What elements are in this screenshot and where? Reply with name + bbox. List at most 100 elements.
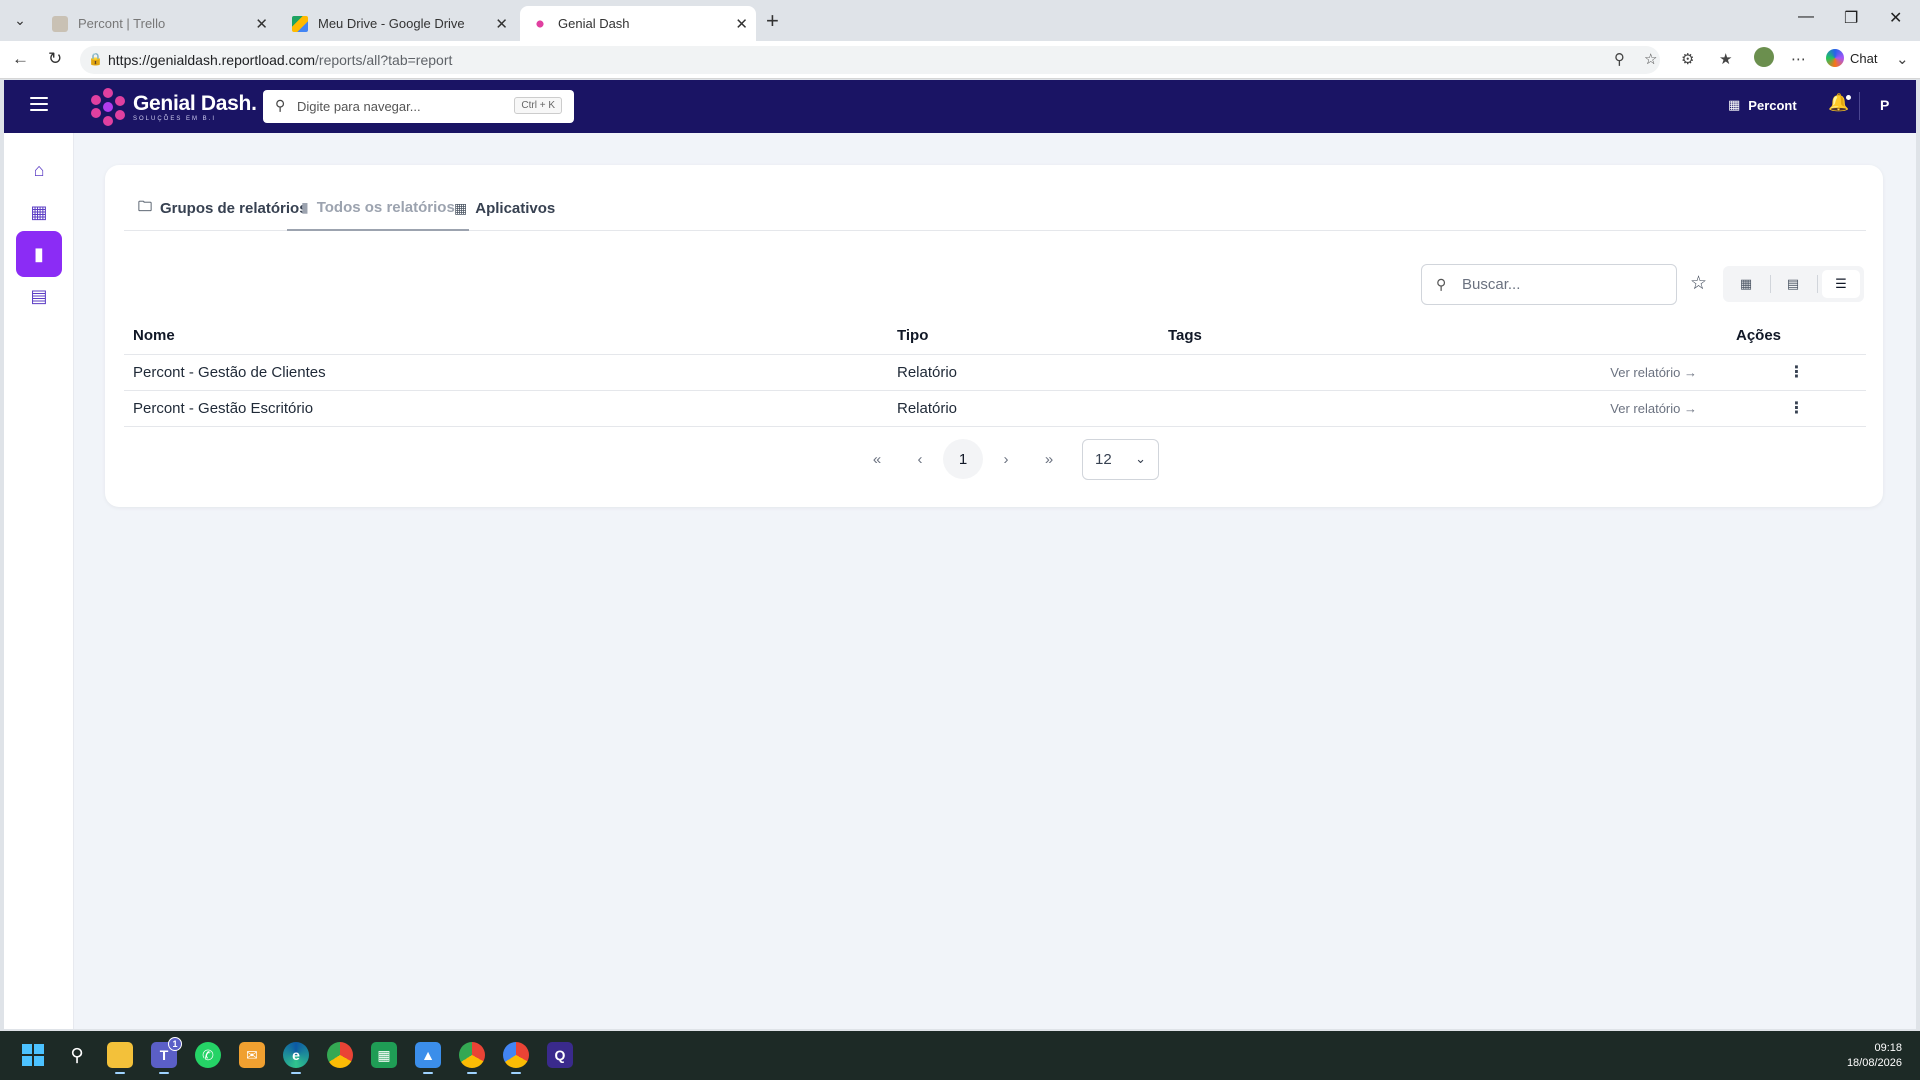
- view-report-link[interactable]: Ver relatório →: [1159, 390, 1727, 427]
- grid-view-icon[interactable]: ▦: [1727, 270, 1765, 298]
- tab-applications[interactable]: ▦ Aplicativos: [454, 185, 555, 231]
- table-row[interactable]: Percont - Gestão Escritório Relatório Ve…: [124, 390, 1866, 427]
- windows-taskbar: ⚲ T1 ✆ ✉ e ▦ ▲ Q 09:18 18/08/2026: [0, 1031, 1920, 1080]
- browser-tab-title: Percont | Trello: [78, 16, 166, 31]
- extensions-icon[interactable]: ⚙: [1681, 50, 1694, 68]
- favorites-filter-star-icon[interactable]: ☆: [1690, 272, 1707, 295]
- profile-avatar-icon[interactable]: [1754, 47, 1774, 67]
- next-page-icon[interactable]: ›: [986, 439, 1026, 479]
- restore-window-icon[interactable]: ❐: [1844, 8, 1858, 28]
- calculator-icon[interactable]: ▦: [371, 1042, 397, 1068]
- file-explorer-icon[interactable]: [107, 1042, 133, 1074]
- bar-chart-icon: ▮: [34, 243, 44, 264]
- close-tab-icon[interactable]: ✕: [735, 15, 748, 33]
- organization-name: Percont: [1748, 97, 1797, 113]
- teams-icon[interactable]: T1: [151, 1037, 182, 1074]
- previous-page-icon[interactable]: ‹: [900, 439, 940, 479]
- close-tab-icon[interactable]: ✕: [255, 15, 268, 33]
- shortcut-hint: Ctrl + K: [514, 97, 562, 114]
- close-tab-icon[interactable]: ✕: [495, 15, 508, 33]
- system-clock[interactable]: 09:18 18/08/2026: [1847, 1041, 1902, 1071]
- sidebar: ⌂ ▦ ▮ ▤: [4, 133, 74, 1029]
- list-view-icon[interactable]: ☰: [1822, 270, 1860, 298]
- browser-tab-trello[interactable]: Percont | Trello ✕: [40, 6, 276, 41]
- app-frame: Genial Dash. SOLUÇÕES EM B.I ⚲ Digite pa…: [4, 80, 1916, 1029]
- trello-favicon-icon: [52, 15, 68, 32]
- organization-switcher[interactable]: ▦ Percont: [1728, 97, 1797, 113]
- column-header-tipo[interactable]: Tipo: [888, 317, 1159, 355]
- nav-search-input[interactable]: ⚲ Digite para navegar... Ctrl + K: [263, 90, 574, 123]
- report-name[interactable]: Percont - Gestão de Clientes: [124, 354, 888, 391]
- tab-label: Todos os relatórios: [316, 198, 455, 216]
- minimize-icon[interactable]: —: [1798, 8, 1814, 26]
- report-name[interactable]: Percont - Gestão Escritório: [124, 390, 888, 427]
- row-actions-kebab-icon[interactable]: ⋮: [1727, 390, 1866, 427]
- browser-toolbar: ← ↻ 🔒 https://genialdash.reportload.com /…: [0, 41, 1920, 79]
- page-number-current[interactable]: 1: [943, 439, 983, 479]
- sidebar-item-reports[interactable]: ▮: [16, 231, 62, 277]
- column-header-acoes: Ações: [1727, 317, 1866, 355]
- address-bar[interactable]: 🔒 https://genialdash.reportload.com/repo…: [80, 46, 1660, 74]
- reload-icon[interactable]: ↻: [48, 49, 62, 69]
- chat-label: Chat: [1850, 50, 1878, 66]
- tab-list-chevron-icon[interactable]: ⌄: [6, 8, 34, 32]
- copilot-chat-button[interactable]: Chat: [1826, 49, 1877, 67]
- view-report-link[interactable]: Ver relatório →: [1159, 354, 1727, 391]
- view-report-label: Ver relatório: [1610, 364, 1681, 380]
- close-window-icon[interactable]: ✕: [1889, 8, 1902, 28]
- tab-label: Aplicativos: [475, 199, 556, 217]
- lock-icon: 🔒: [88, 52, 103, 66]
- column-header-tags: Tags: [1159, 317, 1727, 355]
- view-divider: [1817, 275, 1818, 293]
- row-actions-kebab-icon[interactable]: ⋮: [1727, 354, 1866, 391]
- back-arrow-icon[interactable]: ←: [12, 49, 29, 69]
- url-path: /reports/all?tab=report: [315, 52, 453, 68]
- tab-all-reports[interactable]: ▮ Todos os relatórios: [287, 185, 469, 231]
- page-size-select[interactable]: 12 ⌄: [1082, 438, 1159, 480]
- logo-mark-icon: [89, 88, 127, 126]
- report-type: Relatório: [888, 354, 1159, 391]
- first-page-icon[interactable]: «: [857, 439, 897, 479]
- logo-tagline: SOLUÇÕES EM B.I: [133, 115, 217, 122]
- notifications-bell-icon[interactable]: 🔔: [1828, 93, 1853, 113]
- tab-report-groups[interactable]: 🗀 Grupos de relatórios: [138, 185, 308, 231]
- favorites-bar-icon[interactable]: ★: [1719, 50, 1732, 68]
- browser-tab-genial-dash[interactable]: Genial Dash ✕: [520, 6, 756, 41]
- report-search-input[interactable]: ⚲ Buscar...: [1421, 264, 1677, 305]
- last-page-icon[interactable]: »: [1029, 439, 1069, 479]
- arrow-right-icon: →: [1684, 364, 1697, 380]
- chrome-profile-3-icon[interactable]: [503, 1042, 529, 1074]
- photos-app-icon[interactable]: ▲: [415, 1042, 441, 1074]
- search-icon[interactable]: ⚲: [64, 1042, 90, 1068]
- monitor-chart-icon: ▤: [30, 285, 48, 306]
- arrow-right-icon: →: [1684, 400, 1697, 416]
- key-icon[interactable]: ⚲: [1614, 50, 1625, 68]
- search-app-icon[interactable]: Q: [547, 1042, 573, 1068]
- favorite-star-icon[interactable]: ☆: [1644, 50, 1657, 68]
- genial-dash-favicon-icon: [532, 15, 548, 32]
- user-avatar[interactable]: P: [1880, 97, 1889, 113]
- whatsapp-icon[interactable]: ✆: [195, 1042, 221, 1068]
- view-divider: [1770, 275, 1771, 293]
- messages-app-icon[interactable]: ✉: [239, 1042, 265, 1068]
- browser-tab-drive[interactable]: Meu Drive - Google Drive ✕: [280, 6, 516, 41]
- table-row[interactable]: Percont - Gestão de Clientes Relatório V…: [124, 354, 1866, 391]
- more-options-icon[interactable]: ⋯: [1791, 50, 1806, 68]
- folder-icon: 🗀: [138, 198, 152, 214]
- new-tab-plus-icon[interactable]: +: [766, 8, 779, 34]
- genial-dash-logo[interactable]: Genial Dash. SOLUÇÕES EM B.I: [89, 88, 257, 126]
- url-host: https://genialdash.reportload.com: [108, 52, 316, 68]
- windows-start-icon[interactable]: [20, 1042, 46, 1068]
- chrome-profile-2-icon[interactable]: [459, 1042, 485, 1074]
- card-view-icon[interactable]: ▤: [1774, 270, 1812, 298]
- google-drive-favicon-icon: [292, 15, 308, 32]
- chrome-icon[interactable]: [327, 1042, 353, 1068]
- table-header-row: Nome Tipo Tags Ações: [124, 317, 1866, 355]
- sidebar-item-home[interactable]: ⌂: [16, 147, 62, 193]
- edge-browser-icon[interactable]: e: [283, 1042, 309, 1074]
- column-header-nome[interactable]: Nome: [124, 317, 888, 355]
- hamburger-menu-icon[interactable]: [30, 97, 48, 111]
- sidebar-item-presentations[interactable]: ▤: [16, 273, 62, 319]
- sidebar-item-dashboards[interactable]: ▦: [16, 189, 62, 235]
- chevron-down-icon[interactable]: ⌄: [1896, 50, 1909, 68]
